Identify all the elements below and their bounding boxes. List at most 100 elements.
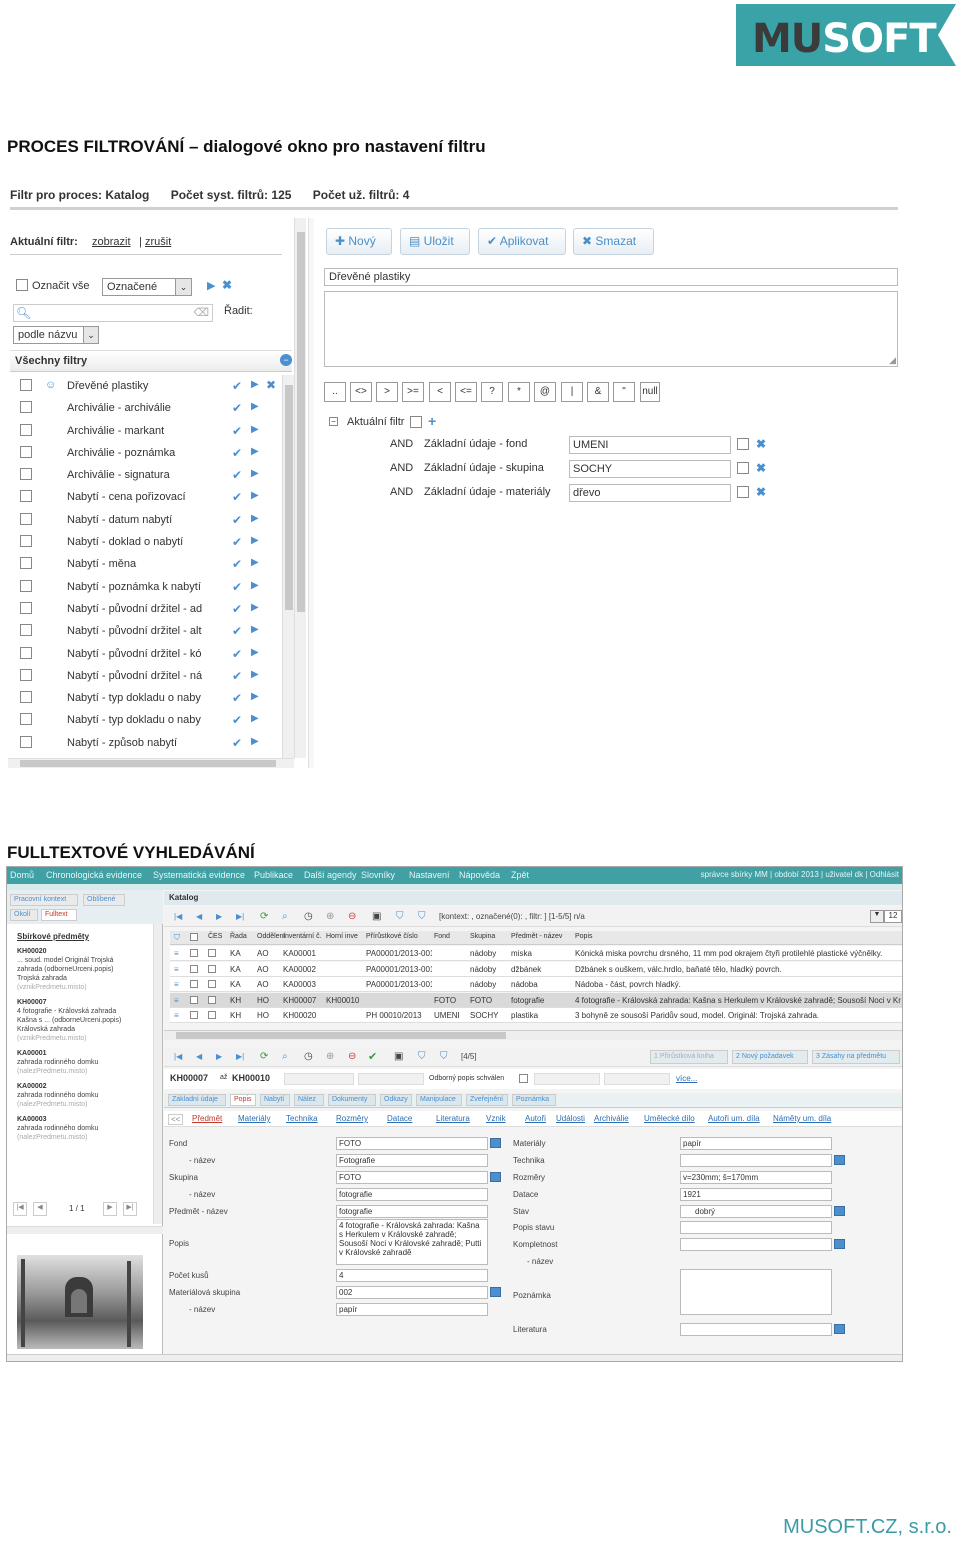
row-menu-icon[interactable]: ≡	[174, 965, 179, 974]
filter-row[interactable]: Nabytí - doklad o nabytí ✔ ▶	[10, 531, 280, 553]
apply-icon[interactable]: ▶	[251, 379, 259, 390]
subtab[interactable]: Rozměry	[336, 1114, 368, 1123]
row-checkbox[interactable]	[208, 1011, 216, 1019]
check-icon[interactable]: ✔	[232, 647, 242, 661]
remove-condition-icon[interactable]: ✖	[756, 461, 766, 475]
filter-checkbox[interactable]	[20, 646, 32, 659]
filter-checkbox[interactable]	[20, 512, 32, 525]
nav-item[interactable]: Nápověda	[459, 870, 500, 880]
operator-button[interactable]: >	[376, 382, 398, 402]
apply-icon[interactable]: ▶	[251, 713, 259, 724]
check-icon[interactable]: ✔	[232, 580, 242, 594]
field-input[interactable]: fotografie	[336, 1205, 488, 1218]
filter-edit-icon[interactable]: ⛉	[440, 1051, 448, 1062]
row-checkbox[interactable]	[190, 980, 198, 988]
apply-icon[interactable]: ▶	[251, 468, 259, 479]
refresh-icon[interactable]: ⟳	[260, 1051, 268, 1062]
last-page-icon[interactable]: ▶|	[123, 1202, 137, 1216]
filter-checkbox[interactable]	[20, 691, 32, 704]
condition-value-input[interactable]: dřevo	[569, 484, 731, 502]
nav-item[interactable]: Slovníky	[361, 870, 395, 880]
check-icon[interactable]: ✔	[232, 624, 242, 638]
apply-filter-button[interactable]: ✔ Aplikovat	[478, 228, 566, 255]
filter-row[interactable]: Nabytí - typ dokladu o naby ✔ ▶	[10, 687, 280, 709]
first-icon[interactable]: |◀	[174, 1052, 182, 1061]
lookup-icon[interactable]	[490, 1172, 501, 1182]
field-input[interactable]	[680, 1238, 832, 1251]
search-icon[interactable]: ⌕	[282, 911, 288, 922]
condition-checkbox[interactable]	[737, 438, 749, 451]
sidebar-hscroll[interactable]	[7, 1226, 163, 1234]
operator-button[interactable]: <=	[455, 382, 477, 402]
collapse-tree-icon[interactable]: −	[329, 417, 338, 426]
subtab[interactable]: Vznik	[486, 1114, 506, 1123]
filter-checkbox[interactable]	[20, 423, 32, 436]
detail-tab[interactable]: Dokumenty	[328, 1094, 376, 1106]
confirm-icon[interactable]: ✔	[368, 1050, 377, 1063]
refresh-icon[interactable]: ⟳	[260, 911, 268, 922]
filter-checkbox[interactable]	[20, 713, 32, 726]
print-icon[interactable]: ▣	[394, 1051, 403, 1062]
subtab[interactable]: Náměty um. díla	[773, 1114, 831, 1123]
check-icon[interactable]: ✔	[232, 513, 242, 527]
apply-icon[interactable]: ▶	[251, 446, 259, 457]
operator-button[interactable]: "	[613, 382, 635, 402]
tab-favorites[interactable]: Oblíbené	[83, 894, 125, 906]
filter-row[interactable]: Nabytí - původní držitel - ad ✔ ▶	[10, 598, 280, 620]
operator-button[interactable]: <>	[350, 382, 372, 402]
add-icon[interactable]: ⊕	[326, 1051, 334, 1062]
nav-item[interactable]: Zpět	[511, 870, 529, 880]
lookup-icon[interactable]	[834, 1324, 845, 1334]
prev-page-icon[interactable]: ◀	[33, 1202, 47, 1216]
table-row[interactable]: ≡ KA AO KA00003 PA00001/2013-001 A nádoby nádo…	[170, 977, 902, 992]
more-link[interactable]: více...	[676, 1074, 697, 1083]
bottom-splitter[interactable]	[7, 1354, 902, 1361]
apply-icon[interactable]: ▶	[251, 490, 259, 501]
filter-icon[interactable]: ⛉	[174, 933, 180, 943]
lookup-icon[interactable]	[834, 1239, 845, 1249]
check-icon[interactable]: ✔	[232, 557, 242, 571]
field-input[interactable]: 002	[336, 1286, 488, 1299]
row-checkbox[interactable]	[190, 995, 198, 1004]
column-header[interactable]: Fond	[434, 933, 450, 940]
detail-tab[interactable]: Nález	[294, 1094, 324, 1106]
nav-item[interactable]: Další agendy	[304, 870, 357, 880]
next-icon[interactable]: ▶	[216, 912, 222, 921]
filter-checkbox[interactable]	[20, 445, 32, 458]
column-header[interactable]: Skupina	[470, 933, 495, 940]
filter-checkbox[interactable]	[20, 401, 32, 414]
field-input[interactable]	[680, 1323, 832, 1336]
cancel-filter-link[interactable]: zrušit	[145, 236, 171, 248]
row-checkbox[interactable]	[208, 949, 216, 957]
row-checkbox[interactable]	[208, 995, 216, 1004]
condition-value-input[interactable]: SOCHY	[569, 460, 731, 478]
apply-icon[interactable]: ▶	[251, 513, 259, 524]
delete-icon[interactable]: ⊖	[348, 1051, 356, 1062]
subtab[interactable]: Archiválie	[594, 1114, 629, 1123]
table-row[interactable]: ≡ KH HO KH00020 PH 00010/2013 UMENI SOCHY plast…	[170, 1008, 902, 1023]
filter-checkbox[interactable]	[20, 490, 32, 503]
lookup-icon[interactable]	[834, 1206, 845, 1216]
row-menu-icon[interactable]: ≡	[174, 949, 179, 958]
operator-button[interactable]: ?	[481, 382, 503, 402]
field-input[interactable]	[680, 1269, 832, 1315]
first-page-icon[interactable]: |◀	[13, 1202, 27, 1216]
filter-row[interactable]: Nabytí - původní držitel - kó ✔ ▶	[10, 643, 280, 665]
check-icon[interactable]: ✔	[232, 736, 242, 750]
first-icon[interactable]: |◀	[174, 912, 182, 921]
prev-icon[interactable]: ◀	[196, 1052, 202, 1061]
check-icon[interactable]: ✔	[232, 691, 242, 705]
results-scrollbar[interactable]	[153, 924, 162, 1224]
column-header[interactable]: Oddělení	[257, 933, 285, 940]
filter-checkbox[interactable]	[20, 668, 32, 681]
check-icon[interactable]: ✔	[232, 446, 242, 460]
new-filter-button[interactable]: ✚ Nový	[326, 228, 392, 255]
filter-row[interactable]: Nabytí - původní držitel - ná ✔ ▶	[10, 665, 280, 687]
apply-icon[interactable]: ▶	[251, 580, 259, 591]
apply-icon[interactable]: ▶	[251, 669, 259, 680]
select-all-checkbox[interactable]	[190, 933, 198, 941]
subtab[interactable]: Umělecké dílo	[644, 1114, 695, 1123]
filter-row[interactable]: Nabytí - typ dokladu o naby ✔ ▶	[10, 709, 280, 731]
field-input[interactable]: 1921	[680, 1188, 832, 1201]
operator-button[interactable]: *	[508, 382, 530, 402]
